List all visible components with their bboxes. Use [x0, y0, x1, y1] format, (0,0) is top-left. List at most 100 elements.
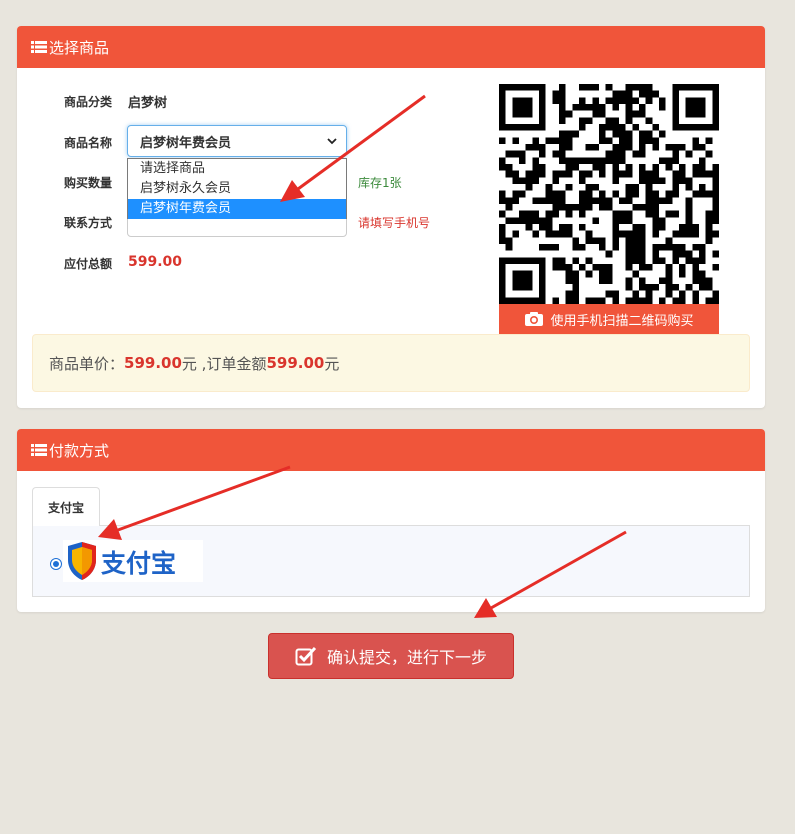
qr-module [712, 124, 719, 131]
qr-module [532, 210, 539, 218]
qr-module [499, 257, 506, 264]
qr-module [552, 264, 559, 271]
qr-module [692, 244, 699, 251]
qr-module [499, 90, 506, 98]
qr-module [565, 137, 573, 144]
qr-module [599, 277, 606, 284]
qr-module [665, 157, 673, 164]
qr-module [685, 197, 693, 204]
qr-module [685, 210, 693, 218]
qr-module [612, 177, 619, 184]
qr-module [692, 97, 699, 104]
qr-module [712, 217, 719, 224]
qr-module [539, 97, 546, 104]
qr-module [672, 257, 679, 264]
qr-module [712, 177, 719, 184]
qr-module [639, 84, 646, 91]
qr-module [699, 110, 706, 118]
qr-module [539, 270, 546, 278]
qr-module [712, 117, 719, 124]
qr-module [579, 204, 586, 211]
qr-module [512, 197, 519, 204]
qr-module [525, 217, 533, 224]
qr-module [499, 297, 506, 304]
qr-module [645, 290, 653, 298]
qr-module [699, 104, 706, 111]
product-option-selected[interactable]: 启梦树年费会员 [128, 199, 346, 219]
qr-module [539, 277, 546, 284]
qr-module [639, 130, 646, 138]
qr-module [552, 297, 559, 304]
qr-module [705, 284, 713, 291]
alipay-logo[interactable]: 支付宝 [63, 540, 203, 582]
qr-module [585, 170, 593, 178]
qr-module [559, 117, 566, 124]
qr-module [525, 297, 533, 304]
qr-module [625, 84, 633, 91]
qr-module [585, 144, 593, 151]
qr-module [692, 144, 699, 151]
qr-module [692, 277, 699, 284]
category-label: 商品分类 [64, 95, 113, 109]
qr-module [545, 190, 553, 198]
qr-module [565, 210, 573, 218]
qr-module [565, 277, 573, 284]
qr-module [632, 84, 639, 91]
qr-module [665, 164, 673, 171]
qr-module [692, 224, 699, 231]
qr-module [672, 297, 679, 304]
qr-module [672, 184, 679, 191]
submit-button[interactable]: 确认提交，进行下一步 [268, 633, 514, 679]
qr-module [532, 230, 539, 238]
qr-module [612, 164, 619, 171]
qr-module [565, 230, 573, 238]
qr-module [619, 210, 626, 218]
qr-module [639, 137, 646, 144]
qr-module [532, 297, 539, 304]
qr-module [552, 170, 559, 178]
quantity-label: 购买数量 [64, 176, 113, 190]
qr-module [605, 150, 613, 158]
qr-module [619, 137, 626, 144]
qr-module [625, 297, 633, 304]
qr-module [639, 277, 646, 284]
qr-module [639, 284, 646, 291]
qr-module [639, 244, 646, 251]
qr-module [679, 297, 686, 304]
qr-module [645, 210, 653, 218]
qr-module [619, 97, 626, 104]
qr-module [612, 90, 619, 98]
qr-module [619, 150, 626, 158]
qr-module [685, 150, 693, 158]
qr-module [499, 197, 506, 204]
qr-module [625, 104, 633, 111]
qr-module [625, 237, 633, 244]
payment-panel: 付款方式 支付宝 支付宝 [17, 429, 765, 612]
qr-module [625, 284, 633, 291]
product-option[interactable]: 请选择商品 [128, 159, 346, 179]
qr-module [532, 144, 539, 151]
qr-module [625, 197, 633, 204]
qr-module [625, 117, 633, 124]
qr-module [625, 184, 633, 191]
product-select[interactable]: 启梦树年费会员 [127, 125, 347, 157]
qr-module [525, 224, 533, 231]
qr-module [632, 290, 639, 298]
qr-module [552, 190, 559, 198]
qr-module [679, 170, 686, 178]
alipay-radio[interactable] [50, 558, 62, 570]
product-option[interactable]: 启梦树永久会员 [128, 179, 346, 199]
qr-module [632, 257, 639, 264]
qr-module [699, 284, 706, 291]
qr-module [699, 164, 706, 171]
qr-module [499, 104, 506, 111]
qr-module [672, 244, 679, 251]
qr-module [612, 117, 619, 124]
qr-module [512, 137, 519, 144]
qr-module [605, 264, 613, 271]
qr-module [712, 84, 719, 91]
qr-module [672, 144, 679, 151]
qr-module [705, 224, 713, 231]
qr-module [672, 177, 679, 184]
tab-alipay[interactable]: 支付宝 [32, 487, 100, 526]
